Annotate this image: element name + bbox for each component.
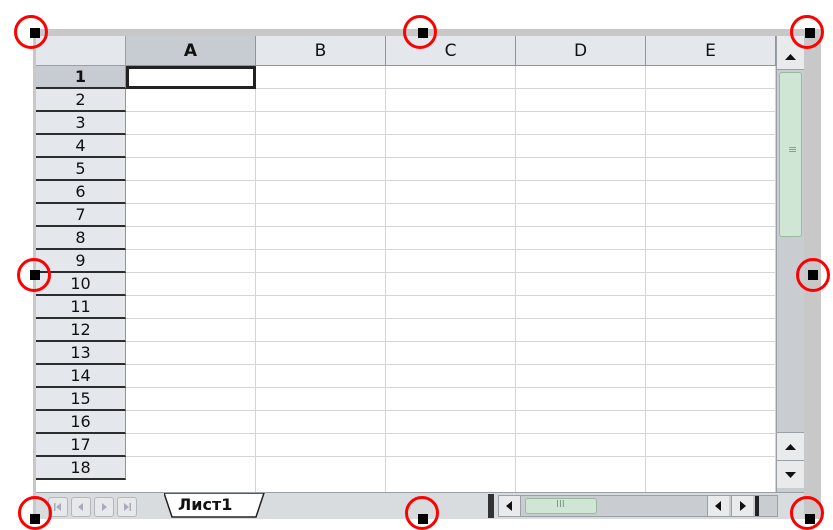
vertical-scroll-thumb[interactable]: ≡ xyxy=(779,72,802,237)
tab-scroll-splitter[interactable] xyxy=(488,494,494,518)
row-header-18[interactable]: 18 xyxy=(36,457,126,480)
grid-line xyxy=(385,66,386,492)
row-header-4[interactable]: 4 xyxy=(36,135,126,158)
grid-line xyxy=(126,433,776,434)
cell-grid[interactable] xyxy=(126,66,776,492)
column-header-b[interactable]: B xyxy=(256,36,386,66)
active-cell-cursor[interactable] xyxy=(126,66,256,89)
scroll-end-bar xyxy=(755,496,759,516)
grid-line xyxy=(126,364,776,365)
grid-line xyxy=(126,341,776,342)
row-header-3[interactable]: 3 xyxy=(36,112,126,135)
row-header-6[interactable]: 6 xyxy=(36,181,126,204)
highlight-circle xyxy=(796,258,830,292)
highlight-circle xyxy=(14,15,48,49)
last-sheet-icon xyxy=(124,503,131,511)
grid-line xyxy=(515,66,516,492)
grid-line xyxy=(255,66,256,492)
sheet-tab-label: Лист1 xyxy=(178,495,233,514)
horizontal-scrollbar[interactable]: III xyxy=(498,495,778,517)
grid-line xyxy=(126,387,776,388)
grid-line xyxy=(126,249,776,250)
column-header-a[interactable]: A xyxy=(126,36,256,66)
highlight-circle xyxy=(790,15,824,49)
next-sheet-button[interactable] xyxy=(94,497,114,517)
highlight-circle xyxy=(790,496,824,530)
scroll-up-button-lower[interactable] xyxy=(777,432,804,460)
row-header-12[interactable]: 12 xyxy=(36,319,126,342)
grid-line xyxy=(126,318,776,319)
grid-line xyxy=(126,157,776,158)
last-sheet-button[interactable] xyxy=(117,497,137,517)
scroll-grip-icon: ≡ xyxy=(788,143,798,156)
chevron-right-icon xyxy=(740,501,746,511)
grid-line xyxy=(126,203,776,204)
row-header-5[interactable]: 5 xyxy=(36,158,126,181)
row-header-16[interactable]: 16 xyxy=(36,411,126,434)
row-header-1[interactable]: 1 xyxy=(36,66,126,89)
chevron-left-icon xyxy=(506,501,512,511)
row-header-14[interactable]: 14 xyxy=(36,365,126,388)
grid-line xyxy=(126,272,776,273)
spreadsheet-area: A B C D E 1 2 3 4 5 6 7 8 9 10 11 12 13 … xyxy=(36,36,776,492)
grid-line xyxy=(126,134,776,135)
chevron-down-icon xyxy=(785,472,796,478)
scroll-left-button[interactable] xyxy=(499,496,521,516)
row-header-2[interactable]: 2 xyxy=(36,89,126,112)
highlight-circle xyxy=(403,15,437,49)
column-header-d[interactable]: D xyxy=(516,36,646,66)
previous-sheet-icon xyxy=(78,503,83,511)
grid-line xyxy=(126,410,776,411)
select-all-corner[interactable] xyxy=(36,36,126,66)
scroll-down-button[interactable] xyxy=(777,460,804,488)
column-headers: A B C D E xyxy=(126,36,776,66)
grid-line xyxy=(126,456,776,457)
grid-line xyxy=(126,295,776,296)
scroll-grip-icon: III xyxy=(556,499,565,510)
chevron-left-icon xyxy=(715,501,721,511)
horizontal-scroll-thumb[interactable]: III xyxy=(525,498,597,514)
grid-line xyxy=(126,111,776,112)
highlight-circle xyxy=(17,258,51,292)
grid-line xyxy=(645,66,646,492)
row-header-7[interactable]: 7 xyxy=(36,204,126,227)
grid-line xyxy=(126,226,776,227)
row-header-11[interactable]: 11 xyxy=(36,296,126,319)
next-sheet-icon xyxy=(102,503,107,511)
highlight-circle xyxy=(405,496,439,530)
chevron-up-icon xyxy=(785,444,796,450)
grid-line xyxy=(126,180,776,181)
row-header-17[interactable]: 17 xyxy=(36,434,126,457)
sheet-tab-active[interactable]: Лист1 xyxy=(164,493,265,519)
column-header-e[interactable]: E xyxy=(646,36,776,66)
row-header-13[interactable]: 13 xyxy=(36,342,126,365)
scroll-left-button-right[interactable] xyxy=(707,496,729,516)
scroll-right-button[interactable] xyxy=(731,496,753,516)
row-header-8[interactable]: 8 xyxy=(36,227,126,250)
row-header-15[interactable]: 15 xyxy=(36,388,126,411)
highlight-circle xyxy=(18,496,52,530)
previous-sheet-button[interactable] xyxy=(71,497,91,517)
